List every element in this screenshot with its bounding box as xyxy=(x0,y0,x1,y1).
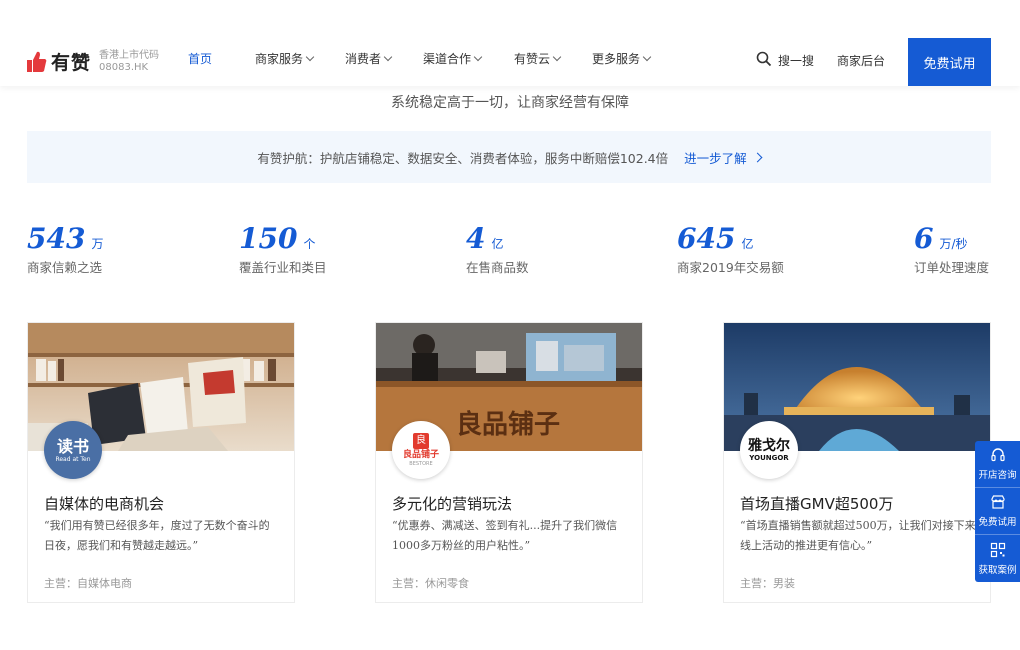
case-card[interactable]: 良品铺子 良 良品铺子 BESTORE 多元化的营销玩法 “优惠券、满减送、签到… xyxy=(375,322,643,603)
float-label: 免费试用 xyxy=(978,517,1017,528)
nav-more-services[interactable]: 更多服务 xyxy=(592,50,652,67)
stat-unit: 亿 xyxy=(741,237,754,251)
brand-logo-text: 良品铺子 xyxy=(402,450,439,460)
brand-logo-bestore: 良 良品铺子 BESTORE xyxy=(392,421,450,479)
stat-value: 645 xyxy=(677,222,736,255)
thumbs-up-logo-icon xyxy=(27,51,47,73)
brand-logo-text: 雅戈尔 xyxy=(748,438,790,454)
chevron-down-icon xyxy=(473,52,483,62)
float-label: 获取案例 xyxy=(978,564,1017,576)
site-header: 有赞 香港上市代码 08083.HK 首页 商家服务 消费者 渠道合作 有赞云 … xyxy=(0,0,1020,86)
brand-logo-text: 读书 xyxy=(56,436,89,456)
stat-label: 覆盖行业和类目 xyxy=(239,260,327,275)
brand-logo-caption: BESTORE xyxy=(409,461,433,467)
stat-label: 在售商品数 xyxy=(466,260,529,275)
nav-channel-partners[interactable]: 渠道合作 xyxy=(423,50,514,67)
store-icon xyxy=(990,495,1005,509)
nav-merchant-services[interactable]: 商家服务 xyxy=(255,50,345,67)
main-nav: 首页 商家服务 消费者 渠道合作 有赞云 更多服务 xyxy=(188,50,652,67)
card-quote: “我们用有赞已经很多年，度过了无数个奋斗的日夜，愿我们和有赞越走越远。” xyxy=(44,519,270,552)
chevron-down-icon xyxy=(642,52,652,62)
stat-unit: 万/秒 xyxy=(939,237,968,251)
merchant-backend-link[interactable]: 商家后台 xyxy=(837,52,885,69)
nav-home[interactable]: 首页 xyxy=(188,50,255,67)
stock-code: 香港上市代码 08083.HK xyxy=(99,50,159,74)
card-quote: “优惠券、满减送、签到有礼...提升了我们微信1000多万粉丝的用户粘性。” xyxy=(392,519,618,552)
case-card[interactable]: 读书 Read at Ten 自媒体的电商机会 “我们用有赞已经很多年，度过了无… xyxy=(27,322,295,603)
chevron-down-icon xyxy=(552,52,562,62)
brand-logo-read-at-ten: 读书 Read at Ten xyxy=(44,421,102,479)
free-trial-button[interactable]: 免费试用 xyxy=(908,38,991,86)
brand-logo-youngor: 雅戈尔 YOUNGOR xyxy=(740,421,798,479)
card-category: 主营：男装 xyxy=(740,577,795,590)
nav-home-label: 首页 xyxy=(188,52,213,66)
stat-merchants: 543 万 商家信赖之选 xyxy=(27,222,103,276)
card-title: 多元化的营销玩法 xyxy=(392,495,513,513)
stat-label: 商家信赖之选 xyxy=(27,260,103,275)
chevron-down-icon xyxy=(305,52,315,62)
stat-gmv: 645 亿 商家2019年交易额 xyxy=(677,222,784,276)
chevron-right-icon xyxy=(752,152,763,162)
brand-logo-caption: YOUNGOR xyxy=(749,454,789,462)
stock-code-value: 08083.HK xyxy=(99,61,149,73)
stat-unit: 亿 xyxy=(491,237,504,251)
bestore-mark-icon: 良 xyxy=(412,433,429,449)
get-cases-button[interactable]: 获取案例 xyxy=(975,535,1020,582)
card-category: 主营：休闲零食 xyxy=(392,577,469,590)
logo[interactable]: 有赞 香港上市代码 08083.HK xyxy=(27,48,159,75)
qr-icon xyxy=(990,542,1005,557)
float-free-trial-button[interactable]: 免费试用 xyxy=(975,488,1020,535)
section-subtitle: 系统稳定高于一切，让商家经营有保障 xyxy=(391,95,629,111)
case-card[interactable]: 雅戈尔 YOUNGOR 首场直播GMV超500万 “首场直播销售额就超过500万… xyxy=(723,322,991,603)
card-title: 首场直播GMV超500万 xyxy=(740,495,894,513)
brand-logo-caption: Read at Ten xyxy=(55,455,91,463)
nav-more-services-label: 更多服务 xyxy=(592,52,641,66)
floating-service-bar: 开店咨询 免费试用 获取案例 xyxy=(975,441,1020,582)
page: 有赞 香港上市代码 08083.HK 首页 商家服务 消费者 渠道合作 有赞云 … xyxy=(0,0,1020,650)
svg-text:良品铺子: 良品铺子 xyxy=(456,409,560,440)
stat-value: 543 xyxy=(27,222,86,255)
stats-row: 543 万 商家信赖之选 150 个 覆盖行业和类目 4亿 在售商品数 645 亿 商… xyxy=(27,222,997,278)
nav-channel-partners-label: 渠道合作 xyxy=(423,52,472,66)
learn-more-link[interactable]: 进一步了解 xyxy=(684,148,763,167)
nav-youzan-cloud-label: 有赞云 xyxy=(514,52,551,66)
guarantee-notice: 有赞护航：护航店铺稳定、数据安全、消费者体验，服务中断赔偿102.4倍 进一步了… xyxy=(27,131,991,183)
chevron-down-icon xyxy=(383,52,393,62)
nav-consumers-label: 消费者 xyxy=(345,52,382,66)
stat-unit: 个 xyxy=(303,237,316,251)
stat-unit: 万 xyxy=(91,237,104,251)
logo-text: 有赞 xyxy=(51,52,92,74)
stat-products: 4亿 在售商品数 xyxy=(466,222,529,276)
nav-youzan-cloud[interactable]: 有赞云 xyxy=(514,50,592,67)
headset-icon xyxy=(990,448,1005,462)
stat-value: 4 xyxy=(466,222,486,255)
nav-merchant-services-label: 商家服务 xyxy=(255,52,304,66)
stat-value: 150 xyxy=(239,222,298,255)
store-consult-button[interactable]: 开店咨询 xyxy=(975,441,1020,488)
search-button[interactable]: 搜一搜 xyxy=(756,51,814,70)
learn-more-label: 进一步了解 xyxy=(684,150,747,166)
card-quote: “首场直播销售额就超过500万，让我们对接下来线上活动的推进更有信心。” xyxy=(740,519,976,552)
search-icon xyxy=(756,51,772,70)
float-label: 开店咨询 xyxy=(978,470,1017,481)
search-label: 搜一搜 xyxy=(778,54,815,68)
card-title: 自媒体的电商机会 xyxy=(44,495,165,513)
stat-label: 订单处理速度 xyxy=(914,260,990,275)
stat-value: 6 xyxy=(914,222,934,255)
stock-code-label: 香港上市代码 xyxy=(99,49,160,61)
stat-industries: 150 个 覆盖行业和类目 xyxy=(239,222,327,276)
nav-consumers[interactable]: 消费者 xyxy=(345,50,423,67)
notice-text: 有赞护航：护航店铺稳定、数据安全、消费者体验，服务中断赔偿102.4倍 xyxy=(257,150,669,166)
card-category: 主营：自媒体电商 xyxy=(44,577,132,590)
stat-label: 商家2019年交易额 xyxy=(677,260,784,275)
stat-order-speed: 6 万/秒 订单处理速度 xyxy=(914,222,989,276)
